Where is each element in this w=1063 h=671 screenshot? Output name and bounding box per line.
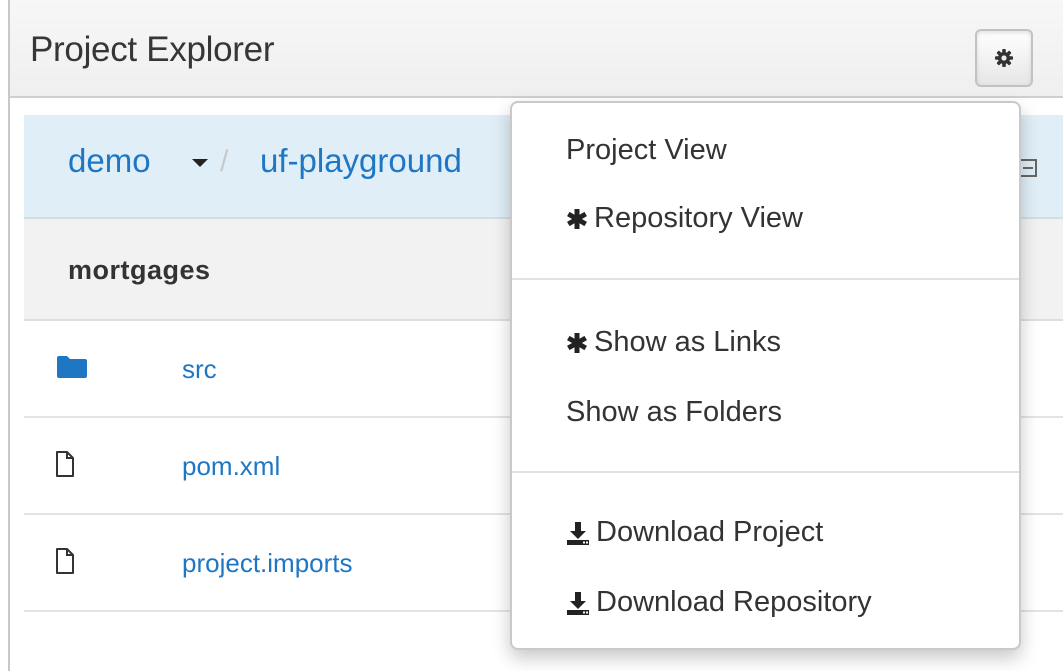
panel-title: Project Explorer xyxy=(30,30,275,69)
file-link[interactable]: src xyxy=(182,354,217,385)
menu-item-project-view[interactable]: Project View xyxy=(566,134,727,167)
menu-item-label: Download Repository xyxy=(596,586,872,618)
panel-header: Project Explorer xyxy=(10,0,1063,98)
menu-item-label: Download Project xyxy=(596,516,824,548)
menu-item-label: Show as Folders xyxy=(566,396,782,428)
caret-down-icon[interactable] xyxy=(192,159,208,167)
folder-icon xyxy=(57,356,87,378)
settings-dropdown-menu: Project View Repository View Show as Lin… xyxy=(510,101,1021,650)
settings-button[interactable] xyxy=(975,29,1033,87)
collapse-icon[interactable] xyxy=(1019,159,1037,177)
download-icon xyxy=(567,521,589,545)
project-name: mortgages xyxy=(68,255,211,285)
file-link[interactable]: pom.xml xyxy=(182,451,280,482)
menu-divider xyxy=(512,278,1019,280)
breadcrumb-org-link[interactable]: demo xyxy=(68,142,151,180)
menu-item-label: Show as Links xyxy=(594,326,781,358)
menu-divider xyxy=(512,471,1019,473)
menu-item-repository-view[interactable]: Repository View xyxy=(566,202,803,235)
left-border xyxy=(8,0,10,671)
menu-item-label: Repository View xyxy=(594,202,804,234)
menu-item-show-as-links[interactable]: Show as Links xyxy=(566,326,781,359)
gear-icon xyxy=(995,49,1013,67)
file-icon xyxy=(56,451,74,477)
menu-item-download-project[interactable]: Download Project xyxy=(566,516,823,549)
breadcrumb-repository-link[interactable]: uf-playground xyxy=(260,142,462,180)
menu-item-show-as-folders[interactable]: Show as Folders xyxy=(566,396,782,429)
breadcrumb-separator: / xyxy=(220,145,229,178)
menu-item-label: Project View xyxy=(566,134,727,166)
file-icon xyxy=(56,548,74,574)
asterisk-icon xyxy=(567,332,587,353)
file-link[interactable]: project.imports xyxy=(182,548,353,579)
download-icon xyxy=(567,591,589,615)
menu-item-download-repository[interactable]: Download Repository xyxy=(566,586,872,619)
asterisk-icon xyxy=(567,208,587,229)
